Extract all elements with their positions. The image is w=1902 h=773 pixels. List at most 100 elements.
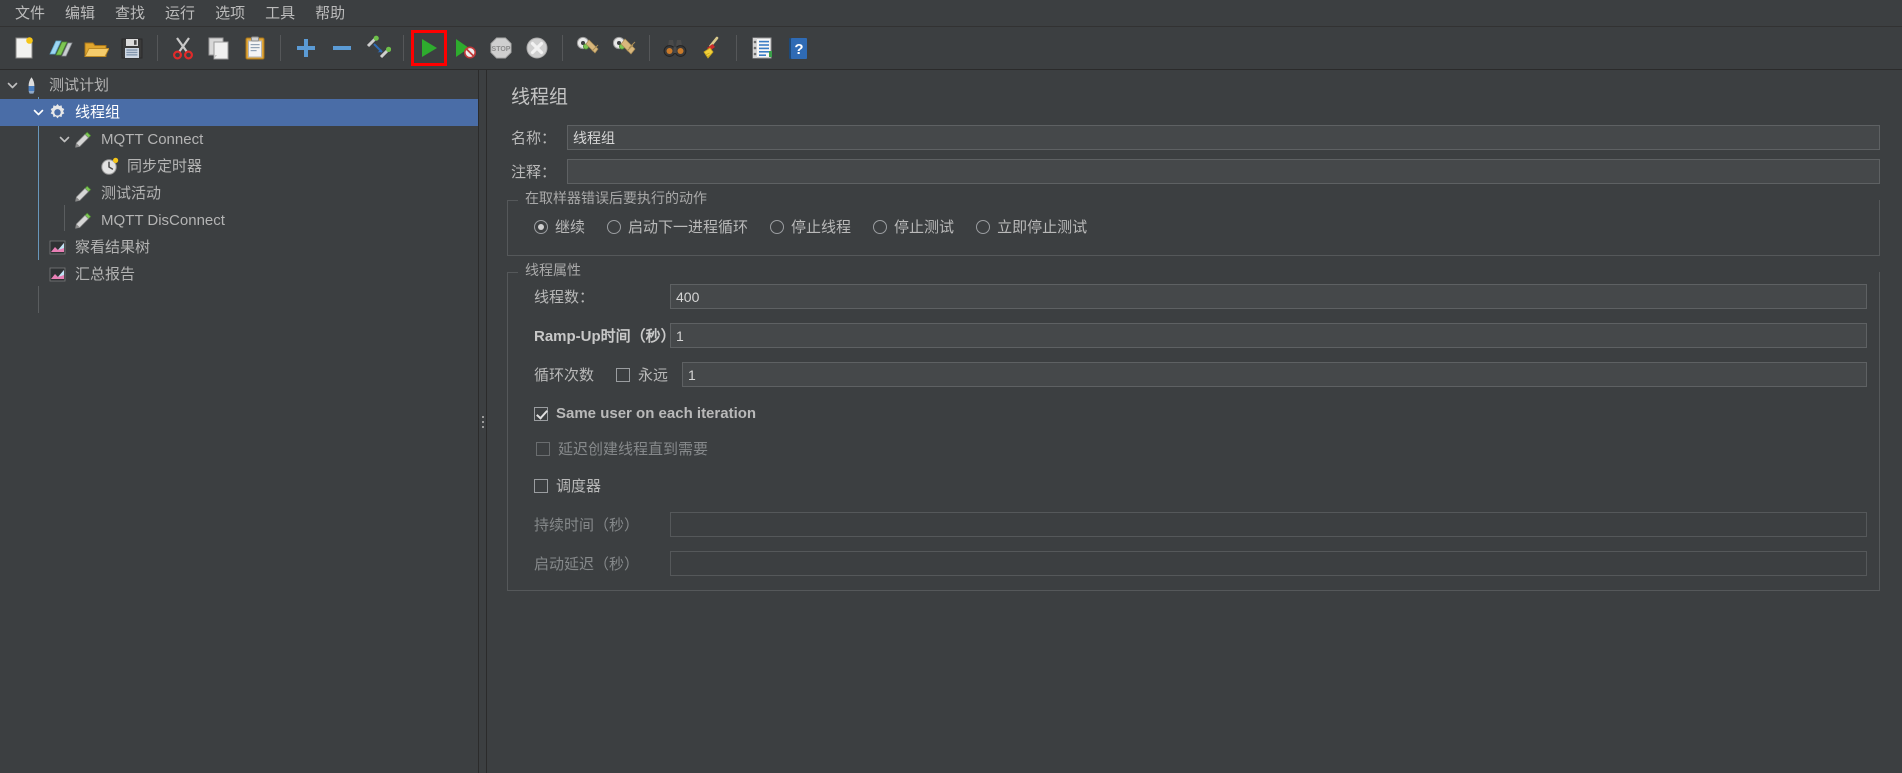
loop-count-input[interactable]	[682, 362, 1867, 387]
loop-count-label: 循环次数	[534, 367, 595, 384]
cut-button[interactable]	[167, 32, 199, 64]
menu-file[interactable]: 文件	[6, 3, 54, 24]
name-input[interactable]	[567, 125, 1880, 150]
duration-row: 持续时间（秒）	[520, 512, 1867, 537]
scheduler-checkbox[interactable]: 调度器	[534, 475, 1845, 496]
new-test-plan-button[interactable]	[8, 32, 40, 64]
radio-label: 停止测试	[894, 219, 955, 236]
name-field-row: 名称：	[507, 125, 1880, 150]
expand-all-button[interactable]	[290, 32, 322, 64]
chevron-down-icon[interactable]	[56, 131, 73, 148]
radio-label: 立即停止测试	[997, 219, 1088, 236]
delay-thread-creation-checkbox[interactable]: 延迟创建线程直到需要	[536, 438, 1845, 459]
toggle-enable-button[interactable]	[362, 32, 394, 64]
save-button[interactable]	[116, 32, 148, 64]
sampler-icon	[73, 210, 94, 231]
start-no-pauses-button[interactable]	[449, 32, 481, 64]
clear-button[interactable]	[572, 32, 604, 64]
shutdown-button[interactable]	[521, 32, 553, 64]
num-threads-label: 线程数：	[534, 289, 595, 306]
radio-start-next-loop[interactable]: 启动下一进程循环	[607, 216, 748, 237]
tree-node-mqtt-disconnect[interactable]: MQTT DisConnect	[0, 207, 478, 234]
ramp-up-label: Ramp-Up时间（秒）：	[534, 328, 684, 345]
comment-input[interactable]	[567, 159, 1880, 184]
test-plan-tree[interactable]: 测试计划 线程组 MQTT Connect 同步定时器 测试活动 MQTT Di…	[0, 70, 479, 773]
sampler-icon	[73, 183, 94, 204]
radio-indicator-icon	[976, 219, 991, 234]
timer-icon	[99, 156, 120, 177]
chevron-down-icon[interactable]	[30, 104, 47, 121]
function-helper-button[interactable]	[746, 32, 778, 64]
scheduler-label: 调度器	[556, 478, 602, 495]
same-user-checkbox[interactable]: Same user on each iteration	[534, 405, 1845, 422]
open-button[interactable]	[80, 32, 112, 64]
tree-node-sync-timer[interactable]: 同步定时器	[0, 153, 478, 180]
menu-tools[interactable]: 工具	[256, 3, 304, 24]
radio-label: 继续	[555, 219, 586, 236]
startup-delay-row: 启动延迟（秒）	[520, 551, 1867, 576]
startup-delay-label: 启动延迟（秒）	[534, 556, 640, 573]
tree-node-thread-group[interactable]: 线程组	[0, 99, 478, 126]
radio-indicator-icon	[607, 219, 622, 234]
menu-help[interactable]: 帮助	[306, 3, 354, 24]
copy-button[interactable]	[203, 32, 235, 64]
checkbox-indicator-icon	[534, 406, 548, 421]
duration-input[interactable]	[670, 512, 1867, 537]
page-title: 线程组	[511, 87, 569, 108]
tree-node-summary-report[interactable]: 汇总报告	[0, 261, 478, 288]
tree-node-test-action[interactable]: 测试活动	[0, 180, 478, 207]
splitter-grip-icon	[481, 415, 484, 428]
clear-all-button[interactable]	[608, 32, 640, 64]
stop-button[interactable]: STOP	[485, 32, 517, 64]
toolbar: STOP ?	[0, 27, 1902, 70]
radio-stop-thread[interactable]: 停止线程	[770, 216, 851, 237]
start-button[interactable]	[411, 30, 447, 66]
radio-label: 停止线程	[791, 219, 852, 236]
forever-checkbox[interactable]: 永远	[616, 364, 668, 385]
tree-guide-line	[38, 286, 39, 313]
ramp-up-input[interactable]	[670, 323, 1867, 348]
chevron-down-icon[interactable]	[4, 77, 21, 94]
tree-node-test-plan[interactable]: 测试计划	[0, 72, 478, 99]
radio-indicator-icon	[770, 219, 785, 234]
binoculars-icon[interactable]	[659, 32, 691, 64]
tree-node-label: 线程组	[75, 104, 121, 121]
radio-stop-test[interactable]: 停止测试	[873, 216, 954, 237]
tree-node-label: 汇总报告	[75, 266, 136, 283]
tree-node-mqtt-connect[interactable]: MQTT Connect	[0, 126, 478, 153]
num-threads-row: 线程数：	[520, 284, 1867, 309]
toolbar-separator-5	[649, 35, 650, 61]
thread-properties-body: 线程数： Ramp-Up时间（秒）： 循环次数 永远	[520, 272, 1867, 576]
paste-button[interactable]	[239, 32, 271, 64]
duration-label: 持续时间（秒）	[534, 517, 640, 534]
templates-button[interactable]	[44, 32, 76, 64]
menu-search[interactable]: 查找	[106, 3, 154, 24]
toolbar-separator-2	[280, 35, 281, 61]
radio-continue[interactable]: 继续	[534, 216, 585, 237]
tree-node-label: 测试计划	[49, 77, 110, 94]
menu-run[interactable]: 运行	[156, 3, 204, 24]
svg-text:STOP: STOP	[492, 46, 511, 53]
thread-properties-group: 线程属性 线程数： Ramp-Up时间（秒）： 循环次数 永远	[507, 263, 1880, 591]
menu-options[interactable]: 选项	[206, 3, 254, 24]
tree-node-label: 测试活动	[101, 185, 162, 202]
radio-stop-test-now[interactable]: 立即停止测试	[976, 216, 1087, 237]
radio-label: 启动下一进程循环	[628, 219, 749, 236]
thread-option-checkboxes: Same user on each iteration 延迟创建线程直到需要 调…	[520, 401, 1867, 512]
thread-group-icon	[47, 102, 68, 123]
thread-group-editor: 线程组 名称： 注释： 在取样器错误后要执行的动作 继续 启动下一进程循环	[487, 70, 1902, 773]
toolbar-separator-3	[403, 35, 404, 61]
tree-node-view-results-tree[interactable]: 察看结果树	[0, 234, 478, 261]
menu-edit[interactable]: 编辑	[56, 3, 104, 24]
radio-indicator-icon	[873, 219, 888, 234]
radio-indicator-icon	[534, 219, 548, 234]
name-label: 名称：	[511, 130, 557, 147]
num-threads-input[interactable]	[670, 284, 1867, 309]
startup-delay-input[interactable]	[670, 551, 1867, 576]
collapse-all-button[interactable]	[326, 32, 358, 64]
broom-icon[interactable]	[695, 32, 727, 64]
sampler-icon	[73, 129, 94, 150]
panel-splitter[interactable]	[479, 70, 487, 773]
help-icon[interactable]: ?	[782, 32, 814, 64]
forever-label: 永远	[638, 367, 669, 384]
